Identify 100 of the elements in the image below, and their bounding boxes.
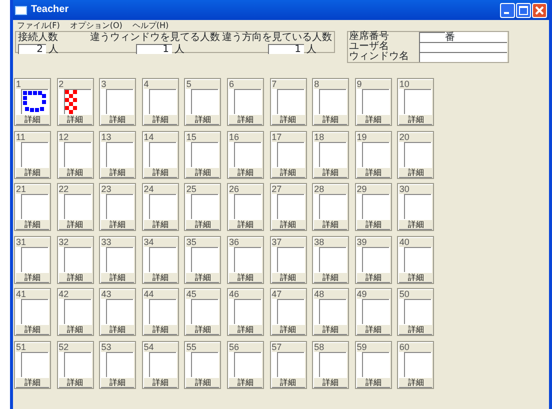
detail-button[interactable]: 詳細 (228, 325, 262, 335)
stat-label: 違うウィンドウを見てる人数 (90, 32, 221, 44)
unit-label: 人 (174, 44, 184, 55)
detail-button[interactable]: 詳細 (356, 325, 390, 335)
detail-button[interactable]: 詳細 (399, 272, 432, 282)
seat-number-field[interactable] (419, 32, 445, 42)
text-field[interactable] (419, 42, 507, 52)
detail-button[interactable]: 詳細 (399, 115, 432, 125)
detail-button[interactable]: 詳細 (356, 168, 390, 178)
minimize-button[interactable] (500, 2, 515, 18)
seat-number: 45 (186, 289, 198, 299)
detail-button[interactable]: 詳細 (186, 220, 220, 230)
field-label: ユーザ名 (349, 41, 390, 52)
detail-button[interactable]: 詳細 (16, 378, 49, 388)
menu-item[interactable]: オプション(O) (70, 21, 122, 30)
seat-number: 42 (58, 289, 70, 299)
detail-button[interactable]: 詳細 (144, 378, 177, 388)
seat-number: 57 (272, 342, 283, 352)
detail-button[interactable]: 詳細 (186, 272, 220, 282)
detail-button[interactable]: 詳細 (144, 325, 177, 335)
seat-number: 27 (272, 184, 283, 194)
detail-button[interactable]: 詳細 (314, 378, 348, 388)
seat-number: 30 (399, 184, 410, 194)
detail-button[interactable]: 詳細 (228, 378, 262, 388)
detail-button[interactable]: 詳細 (272, 272, 305, 282)
detail-button[interactable]: 詳細 (228, 115, 262, 125)
detail-button[interactable]: 詳細 (16, 325, 49, 335)
detail-button[interactable]: 詳細 (144, 220, 177, 230)
detail-button[interactable]: 詳細 (399, 378, 432, 388)
detail-button[interactable]: 詳細 (58, 378, 92, 388)
detail-button[interactable]: 詳細 (101, 272, 134, 282)
seat-number: 21 (16, 184, 28, 194)
detail-button[interactable]: 詳細 (16, 115, 49, 125)
seat-number: 44 (144, 289, 155, 299)
detail-button[interactable]: 詳細 (272, 378, 305, 388)
detail-button[interactable]: 詳細 (186, 378, 220, 388)
seat-number: 16 (228, 132, 240, 142)
detail-button[interactable]: 詳細 (314, 115, 348, 125)
detail-button[interactable]: 詳細 (186, 115, 220, 125)
detail-button[interactable]: 詳細 (314, 220, 348, 230)
detail-button[interactable]: 詳細 (58, 220, 92, 230)
detail-button[interactable]: 詳細 (144, 115, 177, 125)
seat-number: 20 (399, 132, 410, 142)
detail-button[interactable]: 詳細 (101, 115, 134, 125)
detail-button[interactable]: 詳細 (144, 168, 177, 178)
detail-button[interactable]: 詳細 (272, 168, 305, 178)
seat-number: 36 (228, 236, 240, 246)
detail-button[interactable]: 詳細 (356, 272, 390, 282)
seat-number: 50 (399, 289, 410, 299)
detail-button[interactable]: 詳細 (356, 378, 390, 388)
field-label: 座席番号 (349, 31, 390, 42)
detail-button[interactable]: 詳細 (228, 168, 262, 178)
detail-button[interactable]: 詳細 (314, 272, 348, 282)
seat-number: 10 (399, 79, 410, 89)
detail-button[interactable]: 詳細 (399, 220, 432, 230)
detail-button[interactable]: 詳細 (58, 325, 92, 335)
seat-number: 8 (314, 79, 320, 89)
seat-number: 46 (228, 289, 240, 299)
close-button[interactable] (532, 2, 547, 18)
detail-button[interactable]: 詳細 (314, 168, 348, 178)
seat-number: 13 (101, 132, 112, 142)
seat-number: 22 (58, 184, 70, 194)
maximize-button[interactable] (516, 2, 531, 18)
detail-button[interactable]: 詳細 (228, 272, 262, 282)
detail-button[interactable]: 詳細 (101, 220, 134, 230)
detail-button[interactable]: 詳細 (186, 325, 220, 335)
detail-button[interactable]: 詳細 (272, 115, 305, 125)
detail-button[interactable]: 詳細 (16, 168, 49, 178)
detail-button[interactable]: 詳細 (101, 378, 134, 388)
menu-item[interactable]: ヘルプ(H) (132, 21, 169, 30)
seat-number: 23 (101, 184, 112, 194)
detail-button[interactable]: 詳細 (101, 325, 134, 335)
seat-number: 19 (356, 132, 368, 142)
seat-number: 6 (228, 79, 235, 89)
detail-button[interactable]: 詳細 (356, 220, 390, 230)
seat-number: 55 (186, 342, 198, 352)
detail-button[interactable]: 詳細 (144, 272, 177, 282)
detail-button[interactable]: 詳細 (399, 325, 432, 335)
seat-number: 2 (58, 79, 65, 89)
detail-button[interactable]: 詳細 (228, 220, 262, 230)
detail-button[interactable]: 詳細 (314, 325, 348, 335)
seat-number: 58 (314, 342, 326, 352)
detail-button[interactable]: 詳細 (58, 272, 92, 282)
detail-button[interactable]: 詳細 (186, 168, 220, 178)
detail-button[interactable]: 詳細 (101, 168, 134, 178)
text-field[interactable] (419, 52, 507, 62)
detail-button[interactable]: 詳細 (356, 115, 390, 125)
detail-button[interactable]: 詳細 (58, 115, 92, 125)
detail-button[interactable]: 詳細 (16, 272, 49, 282)
menu-item[interactable]: ファイル(F) (17, 21, 60, 30)
seat-number: 54 (144, 342, 155, 352)
detail-button[interactable]: 詳細 (272, 325, 305, 335)
seat-number: 28 (314, 184, 326, 194)
detail-button[interactable]: 詳細 (399, 168, 432, 178)
stat-label: 接続人数 (18, 32, 59, 44)
detail-button[interactable]: 詳細 (16, 220, 49, 230)
seat-number: 29 (356, 184, 368, 194)
app-icon (15, 6, 27, 14)
detail-button[interactable]: 詳細 (272, 220, 305, 230)
detail-button[interactable]: 詳細 (58, 168, 92, 178)
